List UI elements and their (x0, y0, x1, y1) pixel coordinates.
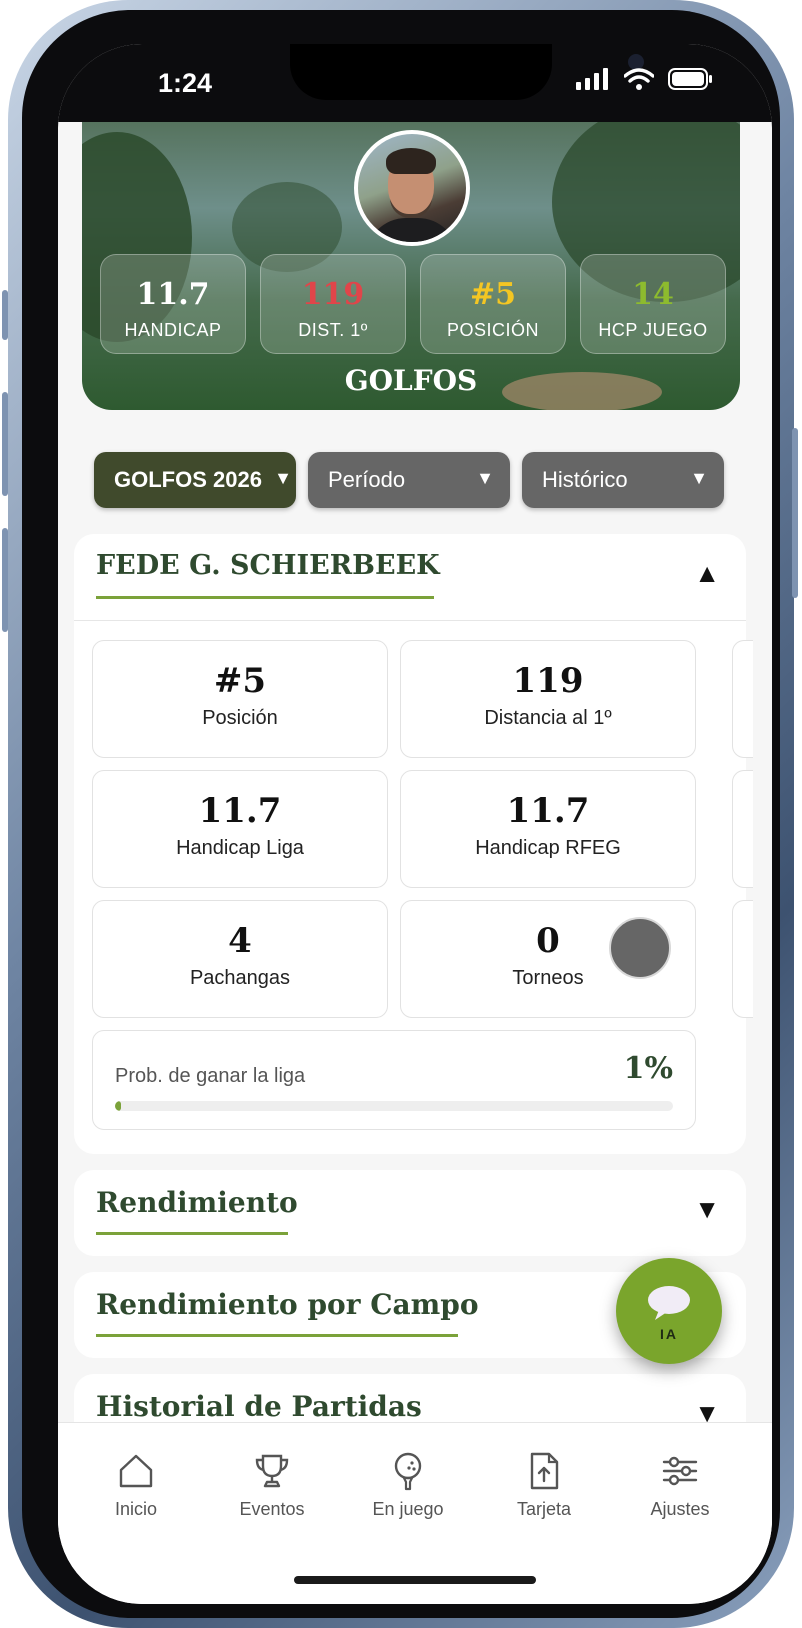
metric-value: 119 (512, 661, 584, 701)
tab-ajustes[interactable]: Ajustes (612, 1451, 748, 1520)
sliders-icon (662, 1456, 698, 1486)
metric-label: Distancia al 1º (484, 707, 612, 729)
title-underline (96, 596, 434, 599)
hero-stat-hcp-juego: 14 HCP JUEGO (580, 254, 726, 354)
section-title: Historial de Partidas (96, 1390, 422, 1422)
league-select-label: GOLFOS 2026 (114, 467, 262, 492)
tab-eventos[interactable]: Eventos (204, 1451, 340, 1520)
league-select[interactable]: GOLFOS 2026 ▼ (94, 452, 296, 508)
title-underline (96, 1334, 458, 1337)
chat-bubble-icon (648, 1286, 690, 1320)
chevron-down-icon: ▼ (476, 468, 494, 488)
metric-value: 11.7 (198, 791, 282, 831)
chevron-down-icon: ▼ (274, 468, 292, 488)
ai-chat-button[interactable]: IA (616, 1258, 722, 1364)
metric-label: Pachangas (189, 967, 291, 989)
hero-stat-value: 11.7 (136, 277, 210, 312)
status-time: 1:24 (158, 68, 213, 98)
period-select-label: Período (328, 467, 406, 492)
period-select[interactable]: Período ▼ (308, 452, 510, 508)
metric-pachangas: 4 Pachangas (92, 900, 388, 1018)
history-select[interactable]: Histórico ▼ (522, 452, 724, 508)
tab-tarjeta[interactable]: Tarjeta (476, 1451, 612, 1520)
win-probability-value: 1% (623, 1051, 673, 1086)
volume-down-button (2, 528, 8, 632)
win-probability-label: Prob. de ganar la liga (115, 1065, 306, 1087)
player-card: FEDE G. SCHIERBEEK ▲ #5 Posición 119 Dis… (74, 534, 753, 1154)
metric-card-partial (732, 770, 753, 888)
golf-ball-icon (394, 1452, 422, 1491)
status-bar: 1:24 (58, 44, 772, 122)
chevron-down-icon[interactable]: ▼ (694, 1194, 720, 1225)
metric-card-partial (732, 900, 753, 1018)
phone-bezel: 1:24 11.7 HANDICAP 119 DIST. 1º #5 POSIC… (22, 10, 780, 1618)
metric-value: #5 (213, 661, 267, 701)
status-icons (576, 68, 714, 90)
tab-label: Eventos (239, 1499, 305, 1519)
win-probability-card: Prob. de ganar la liga 1% (92, 1030, 696, 1130)
phone-frame: 1:24 11.7 HANDICAP 119 DIST. 1º #5 POSIC… (2, 0, 798, 1628)
wifi-icon (624, 68, 654, 90)
league-title: GOLFOS (344, 364, 478, 397)
tab-label: En juego (372, 1499, 444, 1519)
metric-label: Posición (202, 707, 278, 729)
upload-card-icon (530, 1452, 559, 1490)
hero-stat-value: 14 (632, 277, 674, 312)
notch (290, 44, 644, 100)
chevron-up-icon[interactable]: ▲ (694, 558, 720, 589)
metric-distance: 119 Distancia al 1º (400, 640, 696, 758)
metric-value: 4 (228, 921, 252, 961)
title-underline (96, 1232, 288, 1235)
volume-up-button (2, 392, 8, 496)
ai-chat-label: IA (660, 1326, 678, 1342)
filter-bar: GOLFOS 2026 ▼ Período ▼ Histórico ▼ (94, 452, 734, 512)
hero-stat-distance: 119 DIST. 1º (260, 254, 406, 354)
win-probability-track (115, 1101, 673, 1111)
chevron-down-icon: ▼ (690, 468, 708, 488)
tab-label: Ajustes (650, 1499, 710, 1519)
tab-inicio[interactable]: Inicio (68, 1451, 204, 1520)
tab-en-juego[interactable]: En juego (340, 1451, 476, 1520)
avatar[interactable] (354, 130, 470, 246)
hero-stat-label: HCP JUEGO (598, 320, 708, 340)
metric-position: #5 Posición (92, 640, 388, 758)
battery-icon (668, 68, 712, 90)
hero-stat-label: POSICIÓN (446, 320, 539, 340)
trophy-icon (255, 1454, 289, 1488)
hero-banner: 11.7 HANDICAP 119 DIST. 1º #5 POSICIÓN 1… (82, 122, 740, 410)
section-title: Rendimiento (96, 1186, 298, 1219)
metric-torneos: 0 Torneos (400, 900, 696, 1018)
player-card-header[interactable]: FEDE G. SCHIERBEEK ▲ (74, 534, 746, 621)
tab-label: Inicio (114, 1499, 158, 1519)
hero-stat-value: #5 (469, 277, 516, 312)
touch-indicator (609, 917, 671, 979)
metric-label: Handicap Liga (176, 837, 304, 859)
history-select-label: Histórico (542, 467, 628, 492)
metric-card-partial (732, 640, 753, 758)
section-title: Rendimiento por Campo (96, 1288, 479, 1321)
hero-stat-label: HANDICAP (124, 320, 222, 340)
home-indicator (294, 1576, 536, 1584)
side-button (2, 290, 8, 340)
metric-label: Handicap RFEG (475, 837, 621, 859)
metric-handicap-rfeg: 11.7 Handicap RFEG (400, 770, 696, 888)
signal-icon (576, 68, 608, 90)
metric-value: 11.7 (506, 791, 590, 831)
win-probability-fill (115, 1101, 121, 1111)
section-historial[interactable]: Historial de Partidas ▼ (74, 1374, 746, 1422)
scroll-content[interactable]: 11.7 HANDICAP 119 DIST. 1º #5 POSICIÓN 1… (58, 122, 772, 1422)
power-button (792, 428, 798, 598)
player-name: FEDE G. SCHIERBEEK (96, 550, 440, 581)
hero-stat-value: 119 (301, 277, 365, 312)
metric-handicap-liga: 11.7 Handicap Liga (92, 770, 388, 888)
hero-stat-label: DIST. 1º (298, 320, 368, 340)
chevron-down-icon[interactable]: ▼ (694, 1398, 720, 1422)
screen: 1:24 11.7 HANDICAP 119 DIST. 1º #5 POSIC… (58, 44, 772, 1604)
hero-stat-position: #5 POSICIÓN (420, 254, 566, 354)
home-icon (119, 1454, 153, 1488)
section-rendimiento[interactable]: Rendimiento ▼ (74, 1170, 746, 1256)
tab-label: Tarjeta (516, 1499, 572, 1519)
hero-stat-handicap: 11.7 HANDICAP (100, 254, 246, 354)
